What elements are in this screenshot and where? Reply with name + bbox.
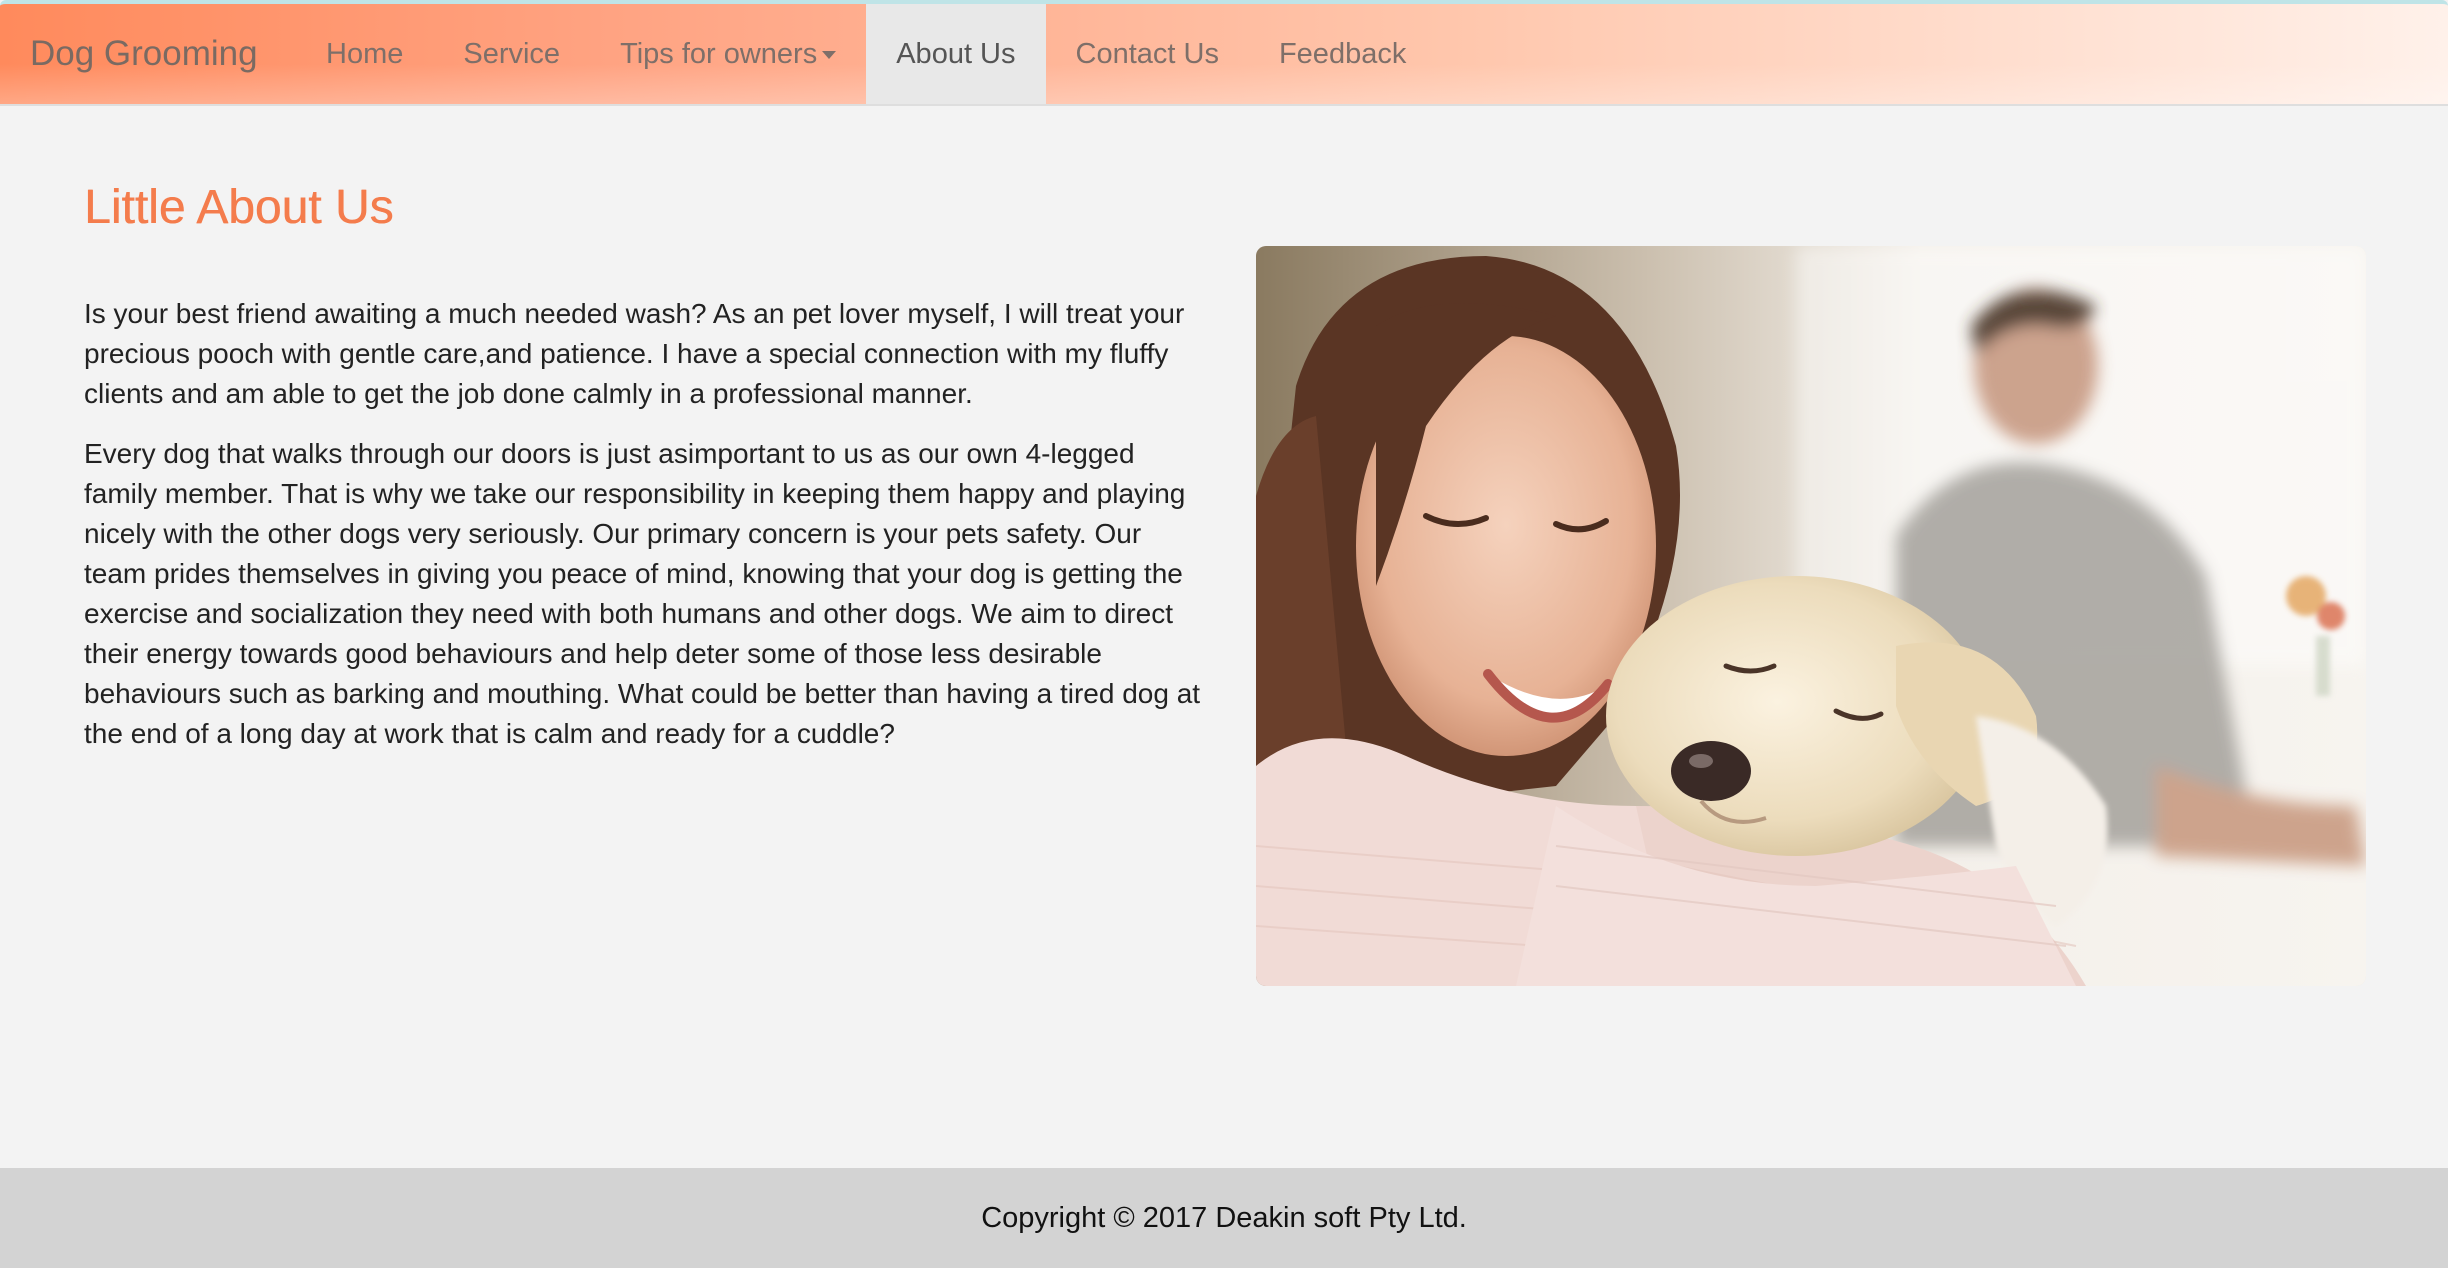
navbar: Dog Grooming Home Service Tips for owner… — [0, 0, 2448, 106]
nav-item-label: Contact Us — [1075, 38, 1219, 70]
nav-item-label: Home — [326, 38, 404, 70]
nav-item-label: Service — [463, 38, 561, 70]
nav-item-label: Feedback — [1278, 38, 1407, 70]
page-title: Little About Us — [84, 181, 394, 234]
nav-item-label: About Us — [896, 38, 1016, 70]
woman-hugging-puppy-photo — [1256, 246, 2366, 986]
copyright-text: Copyright © 2017 Deakin soft Pty Ltd. — [981, 1202, 1467, 1234]
body-paragraph: Every dog that walks through our doors i… — [84, 438, 1201, 749]
nav-item-service[interactable]: Service — [433, 4, 590, 104]
nav-item-contact-us[interactable]: Contact Us — [1046, 4, 1249, 104]
nav-menu: Home Service Tips for owners About Us Co… — [296, 4, 1436, 104]
intro-paragraph: Is your best friend awaiting a much need… — [84, 298, 1185, 409]
nav-item-about-us[interactable]: About Us — [866, 4, 1046, 104]
footer: Copyright © 2017 Deakin soft Pty Ltd. — [0, 1168, 2448, 1268]
about-text: Is your best friend awaiting a much need… — [84, 294, 1204, 774]
caret-down-icon — [822, 51, 837, 60]
brand-link[interactable]: Dog Grooming — [30, 4, 258, 104]
nav-item-label: Tips for owners — [620, 38, 818, 70]
main-content: Little About Us Is your best friend awai… — [0, 106, 2448, 1168]
nav-item-tips-dropdown[interactable]: Tips for owners — [590, 4, 866, 104]
nav-item-feedback[interactable]: Feedback — [1249, 4, 1436, 104]
photo-illustration — [1256, 246, 2366, 986]
nav-item-home[interactable]: Home — [296, 4, 433, 104]
